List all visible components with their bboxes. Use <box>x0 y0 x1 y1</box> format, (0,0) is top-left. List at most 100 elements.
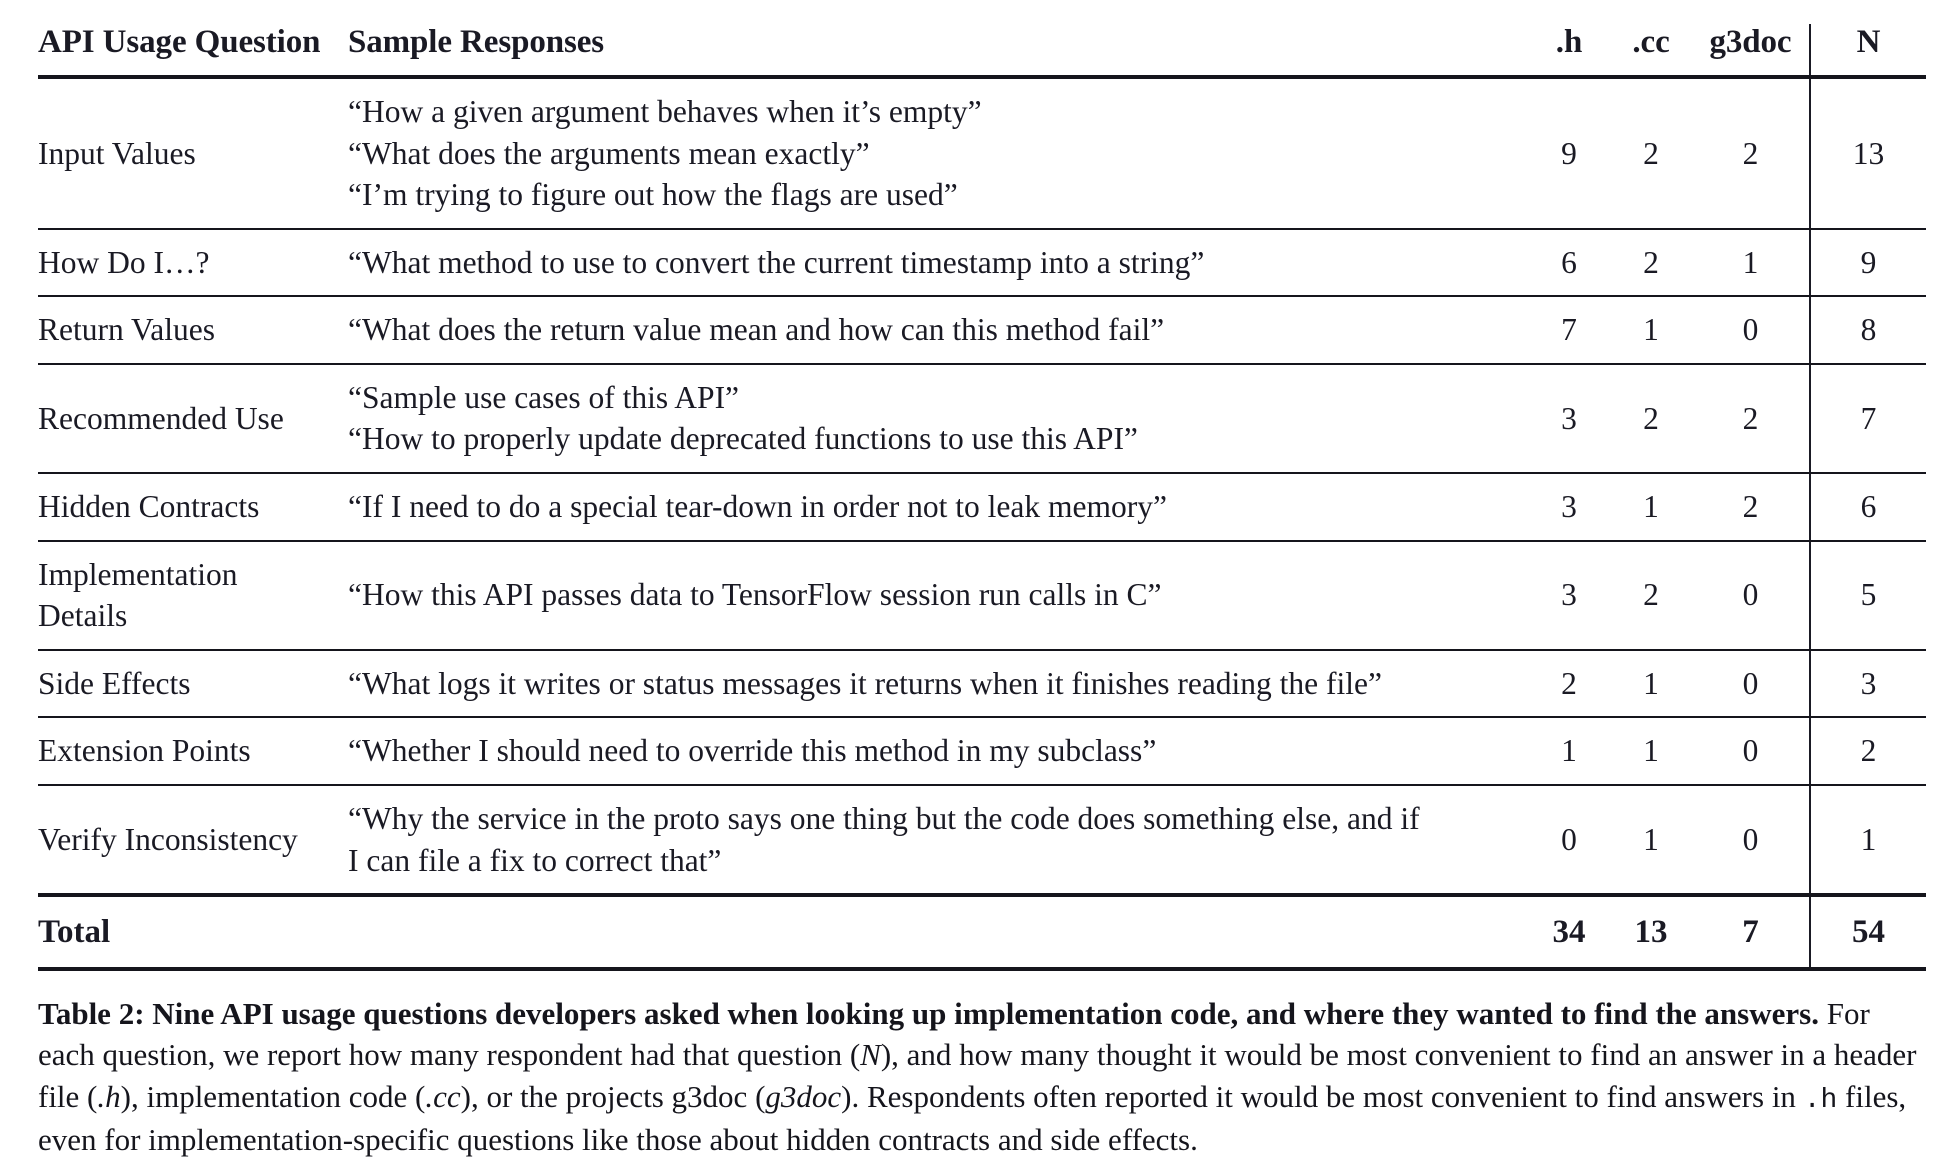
response-line: “I’m trying to figure out how the flags … <box>348 177 958 213</box>
table-row: Input Values “How a given argument behav… <box>38 77 1926 230</box>
row-question: How Do I…? <box>38 228 338 298</box>
response-line: “What does the return value mean and how… <box>348 312 1165 348</box>
row-question: Input Values <box>38 77 338 230</box>
row-count-cc: 2 <box>1610 540 1692 651</box>
response-line: “Sample use cases of this API” <box>348 379 740 415</box>
row-count-h: 3 <box>1528 363 1610 475</box>
row-question: Recommended Use <box>38 363 338 475</box>
row-count-n: 8 <box>1809 296 1926 365</box>
response-line: “How this API passes data to TensorFlow … <box>348 577 1162 613</box>
response-line: “What method to use to convert the curre… <box>348 244 1205 280</box>
table-header: API Usage Question Sample Responses .h .… <box>38 24 1926 79</box>
column-header-n: N <box>1809 24 1926 79</box>
caption-italic-h: .h <box>97 1078 121 1114</box>
row-count-n: 9 <box>1809 228 1926 298</box>
caption-bold-lead: Table 2: Nine API usage questions develo… <box>38 996 1819 1032</box>
table-row: Verify Inconsistency “Why the service in… <box>38 784 1926 897</box>
row-sample-responses: “How this API passes data to TensorFlow … <box>338 540 1528 651</box>
row-count-h: 6 <box>1528 228 1610 298</box>
row-count-cc: 2 <box>1610 228 1692 298</box>
row-count-cc: 2 <box>1610 77 1692 230</box>
column-header-g3doc: g3doc <box>1692 24 1810 79</box>
table-row: Extension Points “Whether I should need … <box>38 717 1926 786</box>
column-header-sample-responses: Sample Responses <box>338 24 1528 79</box>
table-body: Input Values “How a given argument behav… <box>38 77 1926 967</box>
row-sample-responses: “What logs it writes or status messages … <box>338 649 1528 719</box>
row-question: Side Effects <box>38 649 338 719</box>
api-usage-question-table: API Usage Question Sample Responses .h .… <box>38 24 1926 967</box>
row-count-g3doc: 0 <box>1692 296 1810 365</box>
row-count-n: 5 <box>1809 540 1926 651</box>
caption-italic-g3doc: g3doc <box>765 1078 842 1114</box>
table-row: Return Values “What does the return valu… <box>38 296 1926 365</box>
row-count-g3doc: 2 <box>1692 77 1810 230</box>
table-caption: Table 2: Nine API usage questions develo… <box>38 993 1926 1160</box>
row-count-g3doc: 2 <box>1692 473 1810 542</box>
table-bottom-rule <box>38 966 1926 972</box>
row-count-n: 3 <box>1809 649 1926 719</box>
response-line: “What does the arguments mean exactly” <box>348 135 870 171</box>
row-count-cc: 2 <box>1610 363 1692 475</box>
table-row: How Do I…? “What method to use to conver… <box>38 228 1926 298</box>
row-count-cc: 1 <box>1610 296 1692 365</box>
row-count-n: 6 <box>1809 473 1926 542</box>
row-sample-responses: “Whether I should need to override this … <box>338 717 1528 786</box>
row-count-g3doc: 2 <box>1692 363 1810 475</box>
caption-mono-h: .h <box>1803 1084 1838 1116</box>
row-question: Return Values <box>38 296 338 365</box>
response-line: “Why the service in the proto says one t… <box>348 800 1420 836</box>
row-question: Extension Points <box>38 717 338 786</box>
caption-italic-n: N <box>860 1037 881 1073</box>
total-count-h: 34 <box>1528 893 1610 967</box>
response-line: “How a given argument behaves when it’s … <box>348 94 982 129</box>
row-count-n: 1 <box>1809 784 1926 897</box>
caption-body-4: ), or the projects g3doc ( <box>460 1078 766 1114</box>
response-line: I can file a fix to correct that” <box>348 842 722 878</box>
response-line: “Whether I should need to override this … <box>348 733 1157 769</box>
column-header-question: API Usage Question <box>38 24 338 79</box>
row-count-cc: 1 <box>1610 473 1692 542</box>
row-count-g3doc: 1 <box>1692 228 1810 298</box>
row-question: Implementation Details <box>38 540 338 651</box>
row-count-cc: 1 <box>1610 717 1692 786</box>
row-count-h: 7 <box>1528 296 1610 365</box>
total-label: Total <box>38 893 338 967</box>
row-count-n: 13 <box>1809 77 1926 230</box>
caption-body-3: ), implementation code ( <box>120 1078 426 1114</box>
column-header-h: .h <box>1528 24 1610 79</box>
table-figure-page: API Usage Question Sample Responses .h .… <box>0 0 1958 1157</box>
row-count-g3doc: 0 <box>1692 717 1810 786</box>
total-spacer <box>338 893 1528 967</box>
row-count-g3doc: 0 <box>1692 540 1810 651</box>
table-row: Hidden Contracts “If I need to do a spec… <box>38 473 1926 542</box>
row-count-n: 2 <box>1809 717 1926 786</box>
total-count-cc: 13 <box>1610 893 1692 967</box>
row-count-h: 1 <box>1528 717 1610 786</box>
row-count-h: 2 <box>1528 649 1610 719</box>
row-question: Hidden Contracts <box>38 473 338 542</box>
row-count-g3doc: 0 <box>1692 784 1810 897</box>
row-count-h: 0 <box>1528 784 1610 897</box>
row-sample-responses: “What method to use to convert the curre… <box>338 228 1528 298</box>
row-count-n: 7 <box>1809 363 1926 475</box>
table-row: Side Effects “What logs it writes or sta… <box>38 649 1926 719</box>
row-count-cc: 1 <box>1610 784 1692 897</box>
table-row: Recommended Use “Sample use cases of thi… <box>38 363 1926 475</box>
row-count-h: 3 <box>1528 473 1610 542</box>
row-question: Verify Inconsistency <box>38 784 338 897</box>
row-sample-responses: “Sample use cases of this API” “How to p… <box>338 363 1528 475</box>
response-line: “If I need to do a special tear-down in … <box>348 489 1167 525</box>
row-count-h: 9 <box>1528 77 1610 230</box>
row-sample-responses: “How a given argument behaves when it’s … <box>338 77 1528 230</box>
row-count-g3doc: 0 <box>1692 649 1810 719</box>
row-sample-responses: “Why the service in the proto says one t… <box>338 784 1528 897</box>
total-count-n: 54 <box>1809 893 1926 967</box>
row-count-cc: 1 <box>1610 649 1692 719</box>
row-sample-responses: “If I need to do a special tear-down in … <box>338 473 1528 542</box>
response-line: “How to properly update deprecated funct… <box>348 421 1138 457</box>
row-count-h: 3 <box>1528 540 1610 651</box>
total-count-g3doc: 7 <box>1692 893 1810 967</box>
table-total-row: Total 34 13 7 54 <box>38 893 1926 967</box>
caption-italic-cc: .cc <box>425 1078 461 1114</box>
column-header-cc: .cc <box>1610 24 1692 79</box>
